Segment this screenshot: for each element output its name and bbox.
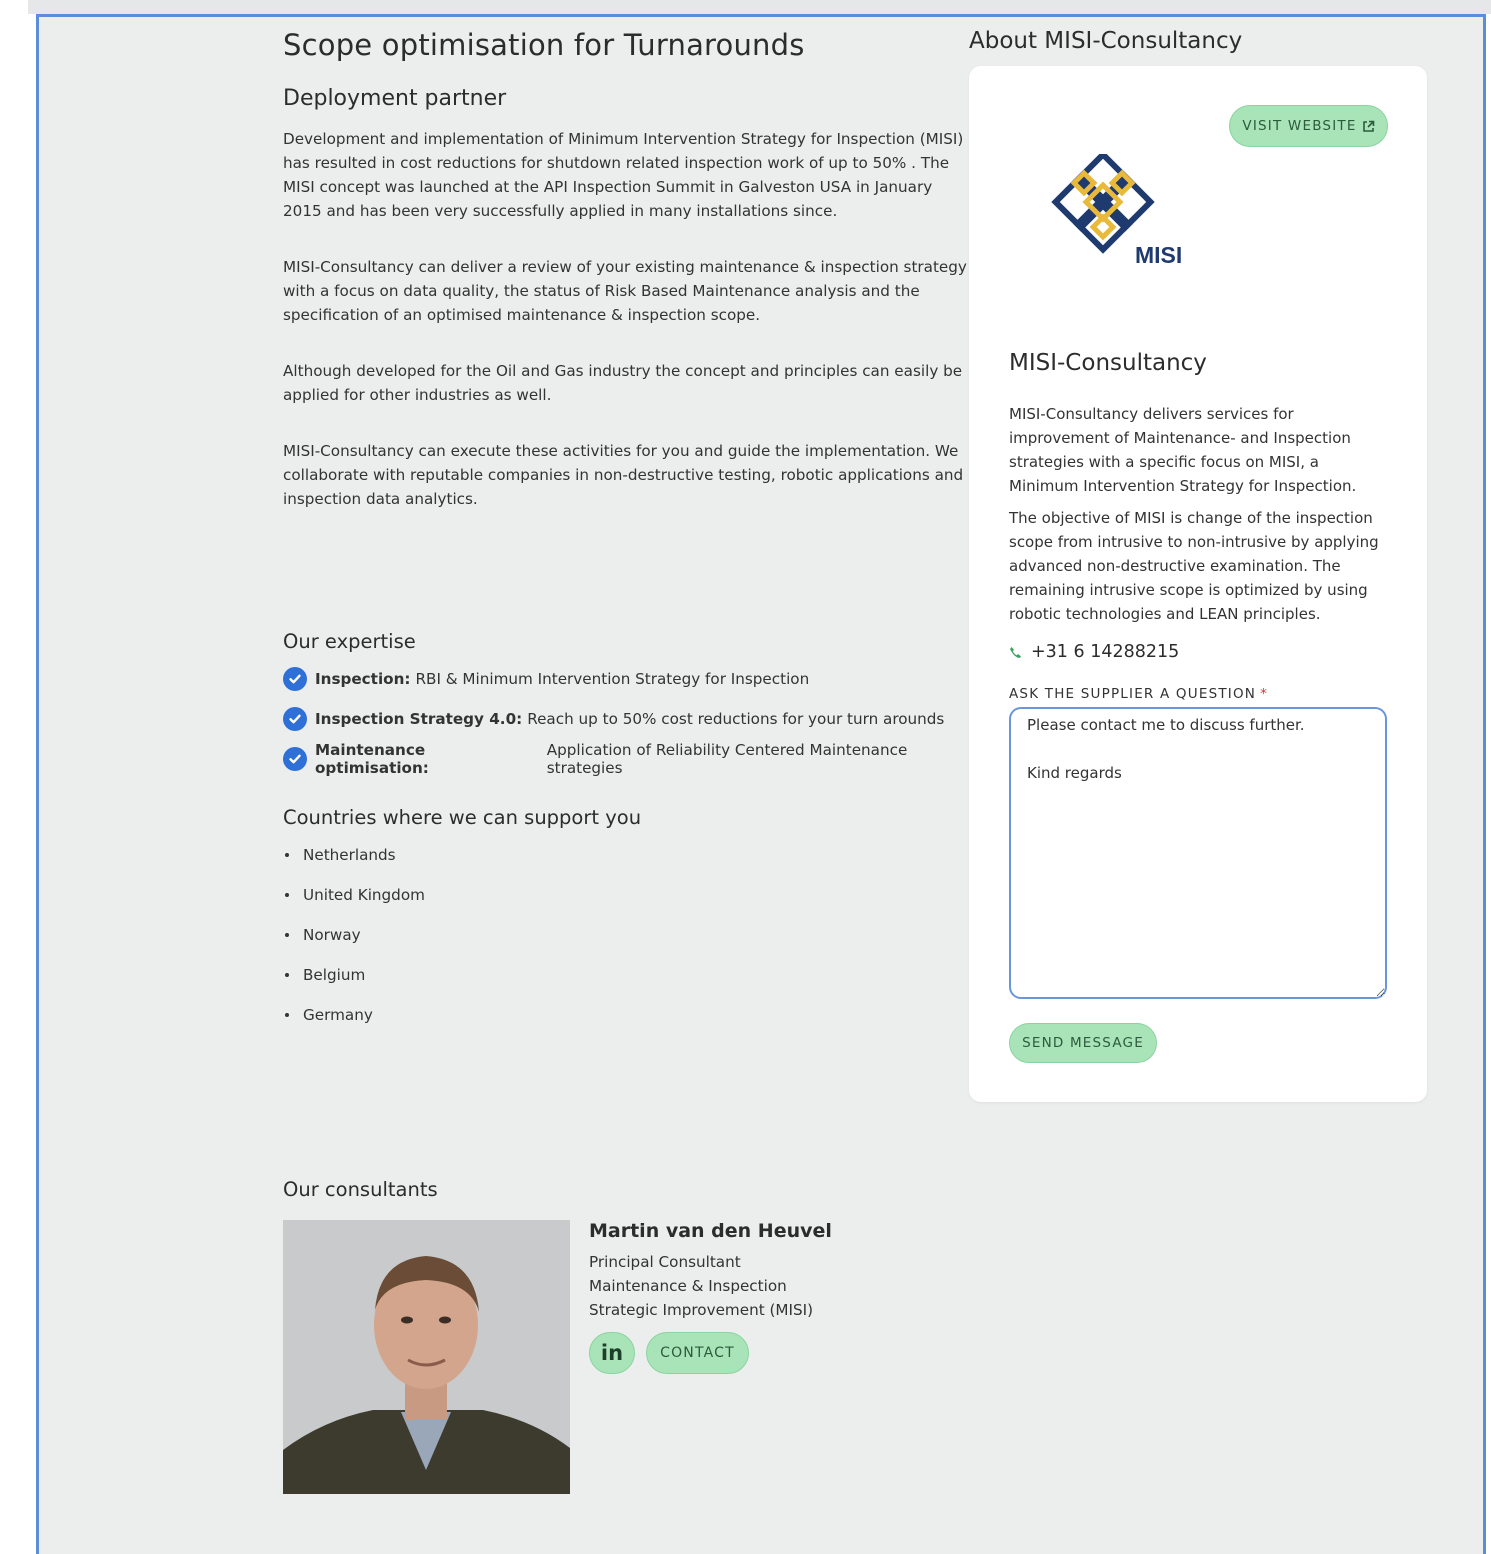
visit-website-label: VISIT WEBSITE bbox=[1242, 118, 1357, 134]
list-item: Germany bbox=[283, 995, 883, 1035]
expertise-text: Reach up to 50% cost reductions for your… bbox=[527, 710, 945, 728]
expertise-text: RBI & Minimum Intervention Strategy for … bbox=[415, 670, 810, 688]
paragraph: Development and implementation of Minimu… bbox=[283, 130, 964, 220]
consultant-role: Strategic Improvement (MISI) bbox=[589, 1301, 814, 1319]
countries-heading: Countries where we can support you bbox=[283, 806, 642, 829]
country-name: Belgium bbox=[303, 966, 366, 984]
consultant-role: Maintenance & Inspection bbox=[589, 1277, 787, 1295]
question-label-text: ASK THE SUPPLIER A QUESTION bbox=[1009, 686, 1257, 702]
expertise-item: Maintenance optimisation: Application of… bbox=[283, 739, 983, 779]
main-content: Scope optimisation for Turnarounds Deplo… bbox=[283, 24, 973, 543]
linkedin-button[interactable]: in bbox=[589, 1332, 635, 1374]
consultants-section: Our consultants Martin van den Heuvel Pr… bbox=[283, 1178, 983, 1494]
country-name: Norway bbox=[303, 926, 361, 944]
phone-number[interactable]: +31 6 14288215 bbox=[1009, 642, 1179, 662]
expertise-title: Inspection: bbox=[315, 670, 411, 688]
bullet-icon bbox=[285, 853, 289, 857]
external-link-icon bbox=[1362, 120, 1375, 133]
country-name: Netherlands bbox=[303, 846, 396, 864]
paragraph: MISI-Consultancy can deliver a review of… bbox=[283, 258, 967, 324]
bullet-icon bbox=[285, 1013, 289, 1017]
check-circle-icon bbox=[283, 747, 307, 771]
list-item: Belgium bbox=[283, 955, 883, 995]
company-logo: MISI bbox=[1047, 150, 1197, 274]
consultant-photo bbox=[283, 1220, 570, 1494]
section-subtitle: Deployment partner bbox=[283, 86, 507, 111]
bullet-icon bbox=[285, 973, 289, 977]
required-mark: * bbox=[1260, 686, 1269, 702]
company-name: MISI-Consultancy bbox=[1009, 350, 1207, 376]
countries-section: Countries where we can support you Nethe… bbox=[283, 806, 883, 1035]
description-paragraph: The objective of MISI is change of the i… bbox=[1009, 509, 1379, 623]
country-name: United Kingdom bbox=[303, 886, 425, 904]
expertise-section: Our expertise Inspection: RBI & Minimum … bbox=[283, 630, 983, 779]
bullet-icon bbox=[285, 933, 289, 937]
country-name: Germany bbox=[303, 1006, 373, 1024]
expertise-heading: Our expertise bbox=[283, 630, 416, 653]
question-textarea[interactable] bbox=[1009, 707, 1387, 999]
paragraph: MISI-Consultancy can execute these activ… bbox=[283, 442, 964, 508]
check-circle-icon bbox=[283, 667, 307, 691]
about-heading: About MISI-Consultancy bbox=[969, 28, 1243, 54]
expertise-title: Inspection Strategy 4.0: bbox=[315, 710, 523, 728]
send-message-button[interactable]: SEND MESSAGE bbox=[1009, 1023, 1157, 1063]
expertise-item: Inspection Strategy 4.0: Reach up to 50%… bbox=[283, 699, 983, 739]
consultant-name: Martin van den Heuvel bbox=[589, 1220, 832, 1242]
consultant-role: Principal Consultant bbox=[589, 1253, 741, 1271]
top-strip bbox=[28, 0, 1491, 14]
expertise-title: Maintenance optimisation: bbox=[315, 741, 429, 777]
paragraph: Although developed for the Oil and Gas i… bbox=[283, 362, 963, 404]
bullet-icon bbox=[285, 893, 289, 897]
consultant-actions: in CONTACT bbox=[589, 1332, 989, 1374]
expertise-text: Application of Reliability Centered Main… bbox=[546, 741, 908, 777]
supplier-card: VISIT WEBSITE MISI MISI-Consultancy MISI… bbox=[969, 66, 1427, 1102]
company-description: MISI-Consultancy delivers services for i… bbox=[1009, 402, 1391, 634]
expertise-item: Inspection: RBI & Minimum Intervention S… bbox=[283, 659, 983, 699]
consultant-info: Martin van den Heuvel Principal Consulta… bbox=[589, 1220, 989, 1374]
list-item: Netherlands bbox=[283, 835, 883, 875]
consultants-heading: Our consultants bbox=[283, 1178, 438, 1201]
logo-text: MISI bbox=[1135, 242, 1183, 268]
visit-website-button[interactable]: VISIT WEBSITE bbox=[1229, 105, 1388, 147]
question-label: ASK THE SUPPLIER A QUESTION * bbox=[1009, 686, 1268, 702]
page-title: Scope optimisation for Turnarounds bbox=[283, 28, 805, 62]
check-circle-icon bbox=[283, 707, 307, 731]
description-paragraph: MISI-Consultancy delivers services for i… bbox=[1009, 405, 1357, 495]
contact-button[interactable]: CONTACT bbox=[646, 1332, 749, 1374]
list-item: Norway bbox=[283, 915, 883, 955]
list-item: United Kingdom bbox=[283, 875, 883, 915]
countries-list: Netherlands United Kingdom Norway Belgiu… bbox=[283, 835, 883, 1035]
phone-text: +31 6 14288215 bbox=[1031, 642, 1180, 662]
phone-icon bbox=[1009, 646, 1022, 659]
